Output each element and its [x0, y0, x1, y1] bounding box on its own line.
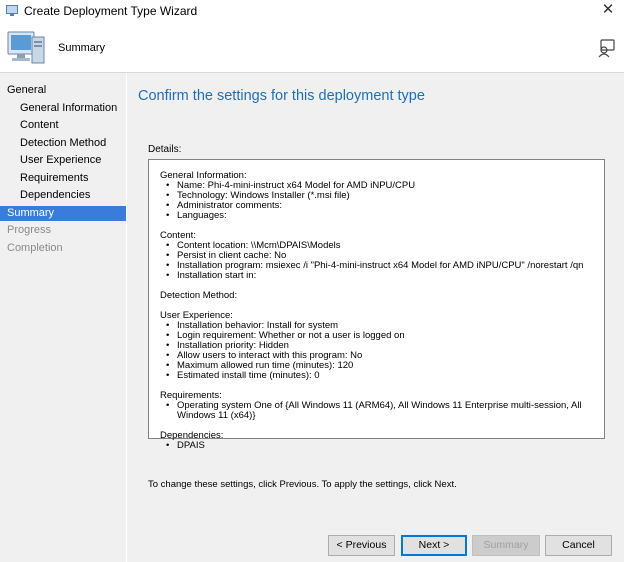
summary-button[interactable]: Summary — [472, 535, 540, 556]
button-bar: < Previous Next > Summary Cancel — [127, 520, 624, 562]
details-section-content: Content: Content location: \\Mcm\DPAIS\M… — [160, 231, 596, 282]
title-bar: Create Deployment Type Wizard ✕ — [0, 0, 624, 22]
details-textbox[interactable]: General Information: Name: Phi-4-mini-in… — [148, 159, 605, 451]
previous-button[interactable]: < Previous — [328, 535, 395, 556]
detail-item: Administrator comments: — [166, 201, 596, 212]
computer-icon — [7, 31, 45, 64]
wizard-header: Summary — [0, 22, 624, 72]
page-heading: Confirm the settings for this deployment… — [138, 88, 425, 104]
section-title: Dependencies: — [160, 430, 224, 441]
details-section-requirements: Requirements: Operating system One of {A… — [160, 391, 596, 421]
details-text: General Information: Name: Phi-4-mini-in… — [160, 171, 596, 461]
cancel-button[interactable]: Cancel — [545, 535, 612, 556]
step-title: Summary — [58, 42, 106, 54]
main-panel: Confirm the settings for this deployment… — [127, 73, 624, 562]
sidebar-item-general: General — [7, 84, 47, 96]
sidebar-item-dependencies: Dependencies — [20, 189, 91, 201]
sidebar-item-progress: Progress — [7, 224, 52, 236]
detail-item: Installation start in: — [166, 271, 596, 282]
window-title: Create Deployment Type Wizard — [24, 4, 198, 18]
details-section-general: General Information: Name: Phi-4-mini-in… — [160, 171, 596, 222]
detail-item: Estimated install time (minutes): 0 — [166, 371, 596, 382]
details-section-user-experience: User Experience: Installation behavior: … — [160, 311, 596, 382]
sidebar-item-content: Content — [20, 119, 59, 131]
details-section-detection: Detection Method: — [160, 291, 596, 301]
help-icon[interactable] — [596, 38, 616, 58]
sidebar-item-requirements: Requirements — [20, 172, 89, 184]
app-icon — [6, 5, 18, 16]
next-button[interactable]: Next > — [401, 535, 467, 556]
sidebar-item-user-experience: User Experience — [20, 154, 102, 166]
details-label: Details: — [148, 144, 182, 155]
detail-item: Operating system One of {All Windows 11 … — [166, 401, 596, 421]
detail-item: DPAIS — [166, 441, 596, 452]
sidebar-item-completion: Completion — [7, 242, 63, 254]
section-title: Detection Method: — [160, 290, 238, 301]
wizard-sidebar: General General Information Content Dete… — [0, 73, 126, 562]
detail-item: Languages: — [166, 211, 596, 222]
sidebar-item-detection-method: Detection Method — [20, 137, 107, 149]
sidebar-item-general-information: General Information — [20, 102, 118, 114]
sidebar-item-summary: Summary — [0, 206, 126, 221]
details-section-dependencies: Dependencies: DPAIS — [160, 430, 596, 452]
close-icon[interactable]: ✕ — [598, 1, 618, 19]
instructions-text: To change these settings, click Previous… — [148, 479, 457, 490]
